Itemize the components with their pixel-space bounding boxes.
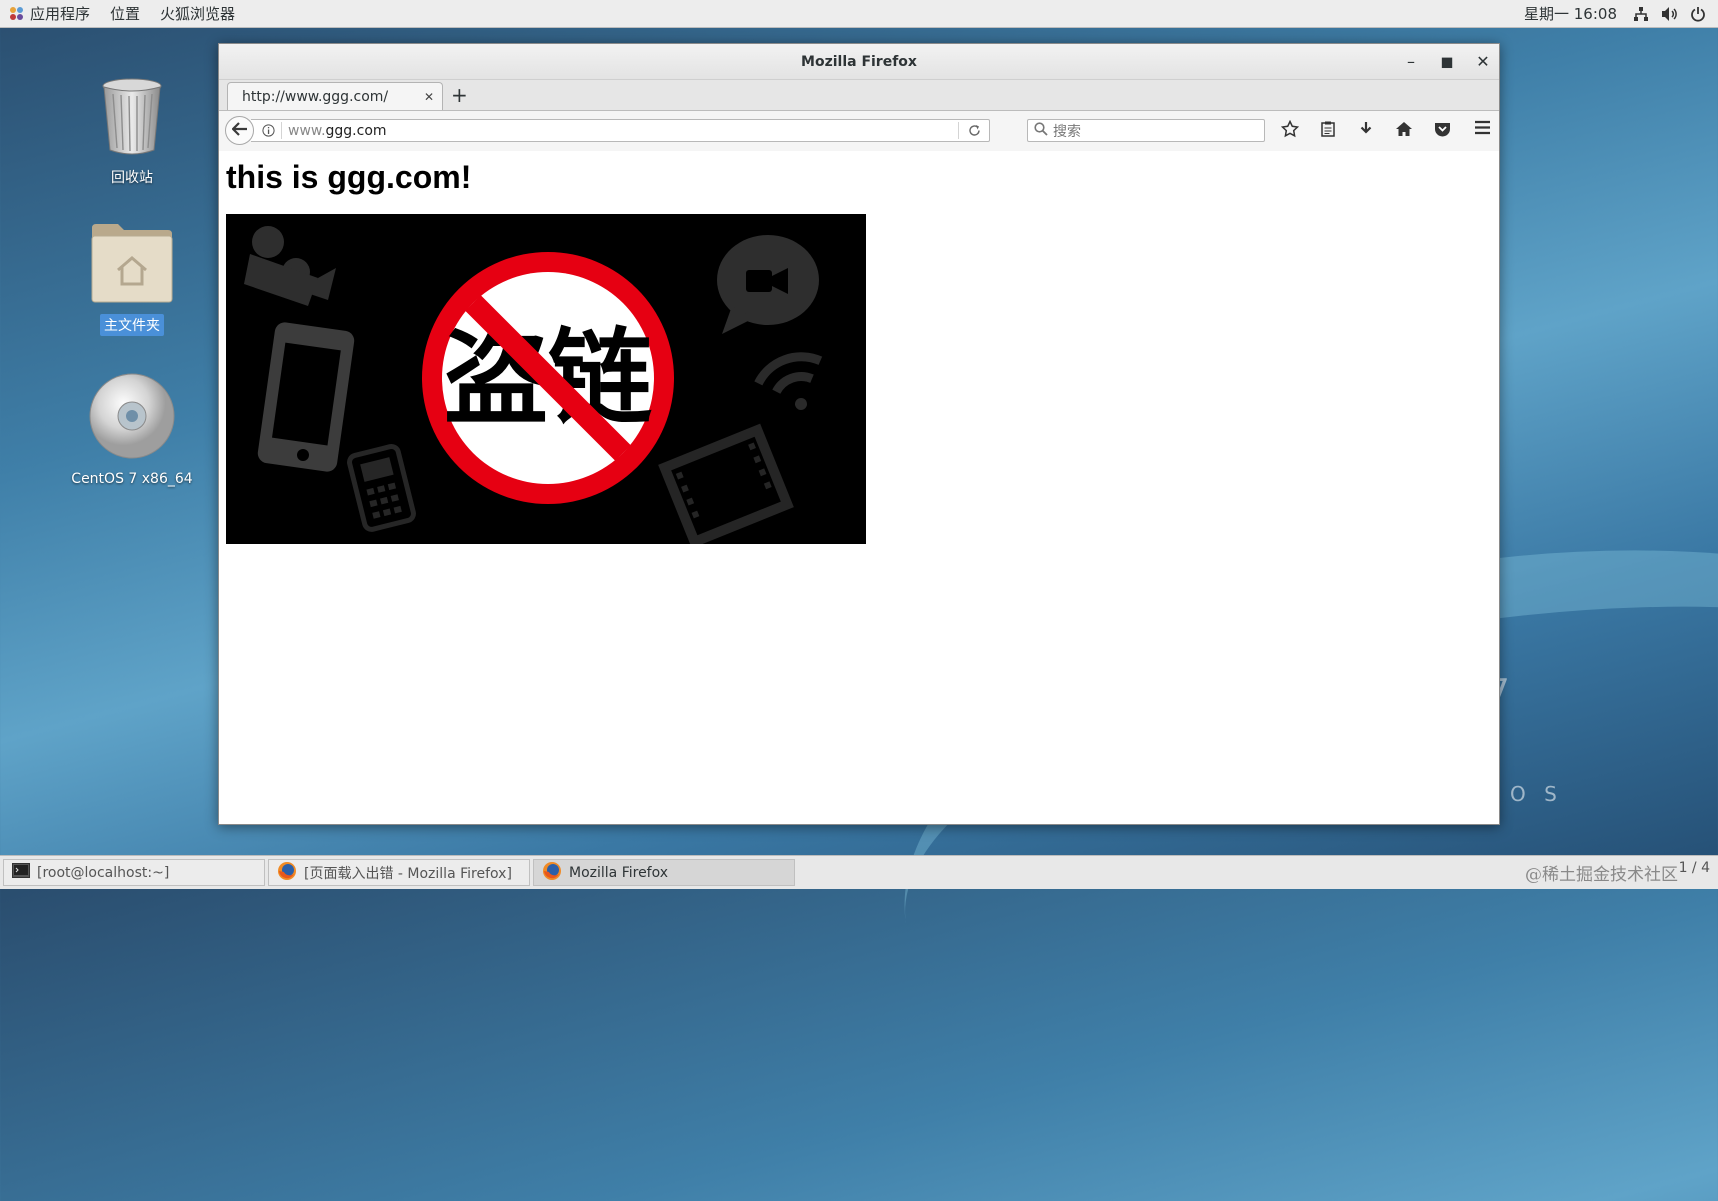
chat-video-pictogram bbox=[717, 235, 819, 334]
close-icon[interactable]: ✕ bbox=[1475, 52, 1491, 71]
navigation-toolbar: www.ggg.com 搜索 bbox=[219, 111, 1499, 152]
firefox-icon bbox=[542, 861, 562, 885]
back-button[interactable] bbox=[225, 116, 254, 145]
home-icon[interactable] bbox=[1393, 121, 1415, 137]
url-bar[interactable]: www.ggg.com bbox=[251, 119, 990, 142]
power-icon[interactable] bbox=[1690, 6, 1706, 22]
applications-icon bbox=[10, 6, 24, 21]
page-heading: this is ggg.com! bbox=[226, 159, 472, 195]
menu-icon[interactable] bbox=[1474, 120, 1491, 139]
firefox-app-menu[interactable]: 火狐浏览器 bbox=[150, 0, 245, 27]
search-bar[interactable]: 搜索 bbox=[1027, 119, 1265, 142]
task-label: Mozilla Firefox bbox=[569, 864, 669, 881]
applications-menu-label: 应用程序 bbox=[30, 5, 91, 23]
reading-list-icon[interactable] bbox=[1317, 121, 1339, 137]
bookmark-star-icon[interactable] bbox=[1279, 120, 1301, 138]
url-domain: ggg.com bbox=[325, 122, 387, 139]
url-text[interactable]: www.ggg.com bbox=[282, 123, 958, 139]
desktop-icon-centos-disc[interactable]: CentOS 7 x86_64 bbox=[67, 372, 197, 488]
task-firefox-error[interactable]: [页面载入出错 - Mozilla Firefox] bbox=[268, 859, 530, 886]
task-label: [页面载入出错 - Mozilla Firefox] bbox=[304, 865, 512, 882]
home-folder-icon bbox=[67, 222, 197, 308]
terminal-icon bbox=[12, 863, 30, 882]
workspace-indicator[interactable]: 1 / 4 bbox=[1679, 860, 1710, 876]
desktop-icon-trash[interactable]: 回收站 bbox=[67, 78, 197, 188]
tab-current[interactable]: http://www.ggg.com/ ✕ bbox=[227, 82, 443, 110]
tab-title: http://www.ggg.com/ bbox=[242, 88, 389, 105]
new-tab-icon[interactable]: + bbox=[451, 83, 468, 107]
top-panel: 应用程序 位置 火狐浏览器 星期一 16:08 bbox=[0, 0, 1718, 28]
bottom-taskbar: [root@localhost:~] [页面载入出错 - Mozilla Fir… bbox=[0, 855, 1718, 889]
back-arrow-icon bbox=[230, 121, 248, 140]
wifi-pictogram bbox=[754, 352, 823, 410]
places-menu-label: 位置 bbox=[110, 5, 141, 23]
volume-icon[interactable] bbox=[1661, 6, 1678, 22]
url-prefix: www. bbox=[288, 122, 326, 139]
pocket-icon[interactable] bbox=[1431, 121, 1453, 137]
clock[interactable]: 星期一 16:08 bbox=[1508, 3, 1633, 24]
window-title: Mozilla Firefox bbox=[801, 53, 917, 70]
reload-icon[interactable] bbox=[958, 122, 989, 139]
task-label: [root@localhost:~] bbox=[37, 864, 170, 881]
task-terminal[interactable]: [root@localhost:~] bbox=[3, 859, 265, 886]
tab-close-icon[interactable]: ✕ bbox=[424, 90, 434, 104]
watermark: @稀土掘金技术社区 bbox=[1525, 865, 1678, 885]
desktop-icon-label: 回收站 bbox=[111, 170, 153, 186]
camera-pictogram bbox=[244, 226, 336, 306]
tab-strip: http://www.ggg.com/ ✕ + bbox=[219, 80, 1499, 111]
search-icon bbox=[1028, 121, 1053, 140]
firefox-icon bbox=[277, 861, 297, 885]
download-icon[interactable] bbox=[1355, 121, 1377, 137]
task-firefox-active[interactable]: Mozilla Firefox bbox=[533, 859, 795, 886]
smartphone-pictogram bbox=[257, 322, 355, 472]
site-info-icon[interactable] bbox=[255, 122, 282, 139]
disc-icon bbox=[67, 372, 197, 464]
minimize-icon[interactable]: – bbox=[1403, 52, 1419, 71]
search-placeholder: 搜索 bbox=[1053, 123, 1081, 140]
firefox-window: Mozilla Firefox – ◼ ✕ http://www.ggg.com… bbox=[218, 43, 1500, 825]
desktop-icon-label: 主文件夹 bbox=[100, 314, 164, 336]
network-icon[interactable] bbox=[1633, 6, 1649, 22]
applications-menu[interactable]: 应用程序 bbox=[0, 0, 100, 27]
film-strip-pictogram bbox=[658, 423, 794, 544]
maximize-icon[interactable]: ◼ bbox=[1439, 52, 1455, 71]
window-titlebar[interactable]: Mozilla Firefox – ◼ ✕ bbox=[219, 44, 1499, 80]
wallpaper-logo-text: O S bbox=[1510, 782, 1563, 806]
trash-icon bbox=[67, 78, 197, 160]
prohibition-sign: 盗链 bbox=[422, 252, 674, 504]
places-menu[interactable]: 位置 bbox=[100, 0, 150, 27]
desktop-icon-home-folder[interactable]: 主文件夹 bbox=[67, 222, 197, 336]
desktop-icon-label: CentOS 7 x86_64 bbox=[71, 471, 193, 487]
anti-hotlink-image: 盗链 bbox=[226, 214, 866, 544]
firefox-app-menu-label: 火狐浏览器 bbox=[160, 5, 236, 23]
feature-phone-pictogram bbox=[347, 444, 416, 532]
page-content: this is ggg.com! bbox=[219, 151, 1499, 824]
